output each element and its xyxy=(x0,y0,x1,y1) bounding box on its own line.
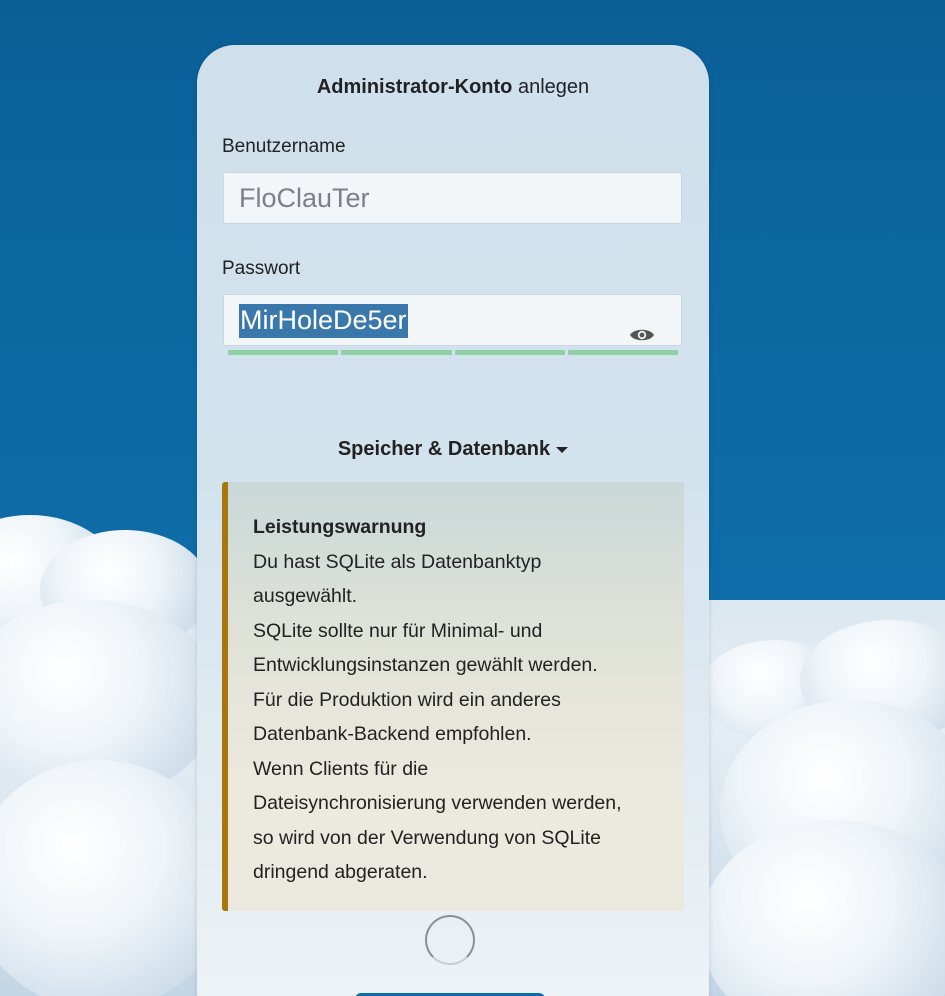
strength-segment xyxy=(567,350,678,355)
password-value: MirHoleDe5er xyxy=(239,304,408,338)
warning-line: Wenn Clients für die xyxy=(253,757,429,780)
warning-title: Leistungswarnung xyxy=(253,516,427,538)
eye-icon[interactable] xyxy=(629,310,655,341)
password-strength-meter xyxy=(228,350,678,355)
warning-line: Entwicklungsinstanzen gewählt werden. xyxy=(253,654,598,676)
strength-segment xyxy=(228,350,339,355)
setup-card: Administrator-Konto anlegen Benutzername… xyxy=(197,45,709,996)
warning-line: Dateisynchronisierung verwenden werden, xyxy=(253,792,622,814)
storage-database-toggle[interactable]: Speicher & Datenbank xyxy=(197,438,709,461)
password-input[interactable]: MirHoleDe5er xyxy=(223,294,682,346)
warning-line: dringend abgeraten. xyxy=(253,861,428,883)
warning-line: Du hast SQLite als Datenbanktyp xyxy=(253,550,542,573)
strength-segment xyxy=(341,350,452,355)
caret-down-icon xyxy=(556,446,569,453)
page: Administrator-Konto anlegen Benutzername… xyxy=(0,0,945,996)
card-title-bold: Administrator-Konto xyxy=(316,76,513,98)
strength-segment xyxy=(454,350,565,355)
warning-line: SQLite sollte nur für Minimal- und xyxy=(253,619,543,642)
performance-warning: Leistungswarnung Du hast SQLite als Date… xyxy=(222,482,684,911)
spinner-icon xyxy=(425,915,475,965)
card-title: Administrator-Konto anlegen xyxy=(197,76,709,99)
username-value: FloClauTer xyxy=(239,183,370,213)
storage-database-label: Speicher & Datenbank xyxy=(337,438,551,460)
username-input[interactable]: FloClauTer xyxy=(223,172,682,224)
username-label: Benutzername xyxy=(222,136,346,157)
warning-line: Für die Produktion wird ein anderes xyxy=(253,688,561,711)
password-label: Passwort xyxy=(222,258,301,279)
warning-line: Datenbank-Backend empfohlen. xyxy=(253,723,532,745)
warning-line: ausgewählt. xyxy=(253,585,358,607)
card-title-rest: anlegen xyxy=(517,76,590,98)
warning-line: so wird von der Verwendung von SQLite xyxy=(253,826,601,849)
